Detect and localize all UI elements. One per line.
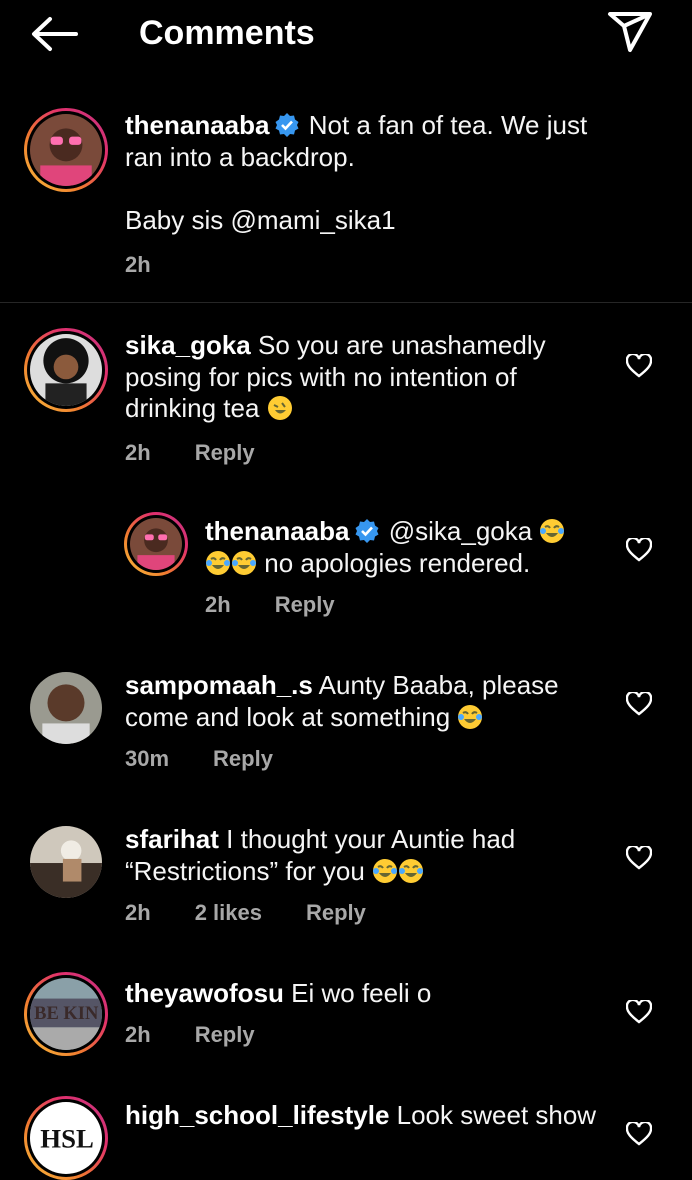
page-title: Comments [139, 14, 315, 52]
back-arrow-icon[interactable] [28, 14, 80, 54]
comment-text: Aunty Baaba, please [318, 670, 559, 700]
caption-text-line2: ran into a backdrop. [125, 141, 355, 172]
comment-timestamp: 2h [125, 1022, 151, 1047]
post-caption: thenanaaba Not a fan of tea. We just ran… [0, 100, 692, 303]
verified-badge-icon [355, 519, 378, 543]
header-bar: Comments [0, 0, 692, 70]
comment-text: come and look at something [125, 701, 451, 732]
avatar[interactable] [124, 512, 188, 576]
tears-of-joy-emoji-icon [373, 858, 398, 883]
rolling-laughing-emoji-icon [267, 396, 292, 420]
comment-text: So you are unashamedly [257, 330, 546, 360]
tears-of-joy-emoji-icon [540, 519, 565, 543]
reply-button[interactable]: Reply [195, 440, 255, 465]
comment-username[interactable]: sfarihat [125, 824, 219, 854]
verified-badge-icon [275, 113, 298, 137]
comment-timestamp: 2h [125, 900, 151, 925]
tears-of-joy-emoji-icon [399, 858, 424, 883]
comment-text: Look sweet show [396, 1100, 597, 1130]
comment-username[interactable]: sika_goka [125, 330, 251, 360]
avatar[interactable] [30, 672, 102, 744]
comment-text: no apologies rendered. [264, 547, 531, 578]
avatar[interactable] [30, 826, 102, 898]
tears-of-joy-emoji-icon [458, 704, 483, 729]
comment-timestamp: 30m [125, 746, 170, 771]
reply-button[interactable]: Reply [213, 746, 273, 771]
comment-text: Ei wo feeli o [291, 978, 432, 1008]
avatar[interactable] [24, 108, 108, 192]
reply-button[interactable]: Reply [275, 592, 335, 617]
avatar[interactable]: BE KIN [24, 972, 108, 1056]
likes-count[interactable]: 2 likes [195, 900, 262, 925]
heart-outline-icon[interactable] [626, 1000, 652, 1024]
heart-outline-icon[interactable] [626, 1122, 652, 1146]
comment-text: I thought your Auntie had [226, 824, 516, 854]
comment-timestamp: 2h [205, 592, 231, 617]
comment-text: drinking tea [125, 393, 260, 423]
svg-text:HSL: HSL [40, 1123, 93, 1153]
caption-text-line3: Baby sis @mami_sika1 [125, 204, 396, 235]
comment-username[interactable]: high_school_lifestyle [125, 1100, 389, 1130]
avatar[interactable] [24, 328, 108, 412]
comment-text: posing for pics with no intention of [125, 361, 517, 392]
heart-outline-icon[interactable] [626, 354, 652, 378]
comment-username[interactable]: theyawofosu [125, 978, 284, 1008]
comment-username[interactable]: sampomaah_.s [125, 670, 313, 700]
caption-timestamp: 2h [125, 252, 151, 277]
reply-button[interactable]: Reply [195, 1022, 255, 1047]
send-icon[interactable] [604, 8, 656, 54]
mention-link[interactable]: @sika_goka [389, 516, 532, 546]
reply-button[interactable]: Reply [306, 900, 366, 925]
svg-text:BE KIN: BE KIN [34, 1004, 99, 1024]
caption-username[interactable]: thenanaaba [125, 110, 270, 140]
caption-text-line1: Not a fan of tea. We just [308, 110, 588, 140]
heart-outline-icon[interactable] [626, 538, 652, 562]
avatar[interactable]: HSL [24, 1096, 108, 1180]
comment-text: “Restrictions” for you [125, 855, 365, 886]
heart-outline-icon[interactable] [626, 846, 652, 870]
heart-outline-icon[interactable] [626, 692, 652, 716]
comment-timestamp: 2h [125, 440, 151, 465]
tears-of-joy-emoji-icon [232, 550, 256, 575]
tears-of-joy-emoji-icon [206, 550, 230, 575]
comment-username[interactable]: thenanaaba [205, 516, 350, 546]
